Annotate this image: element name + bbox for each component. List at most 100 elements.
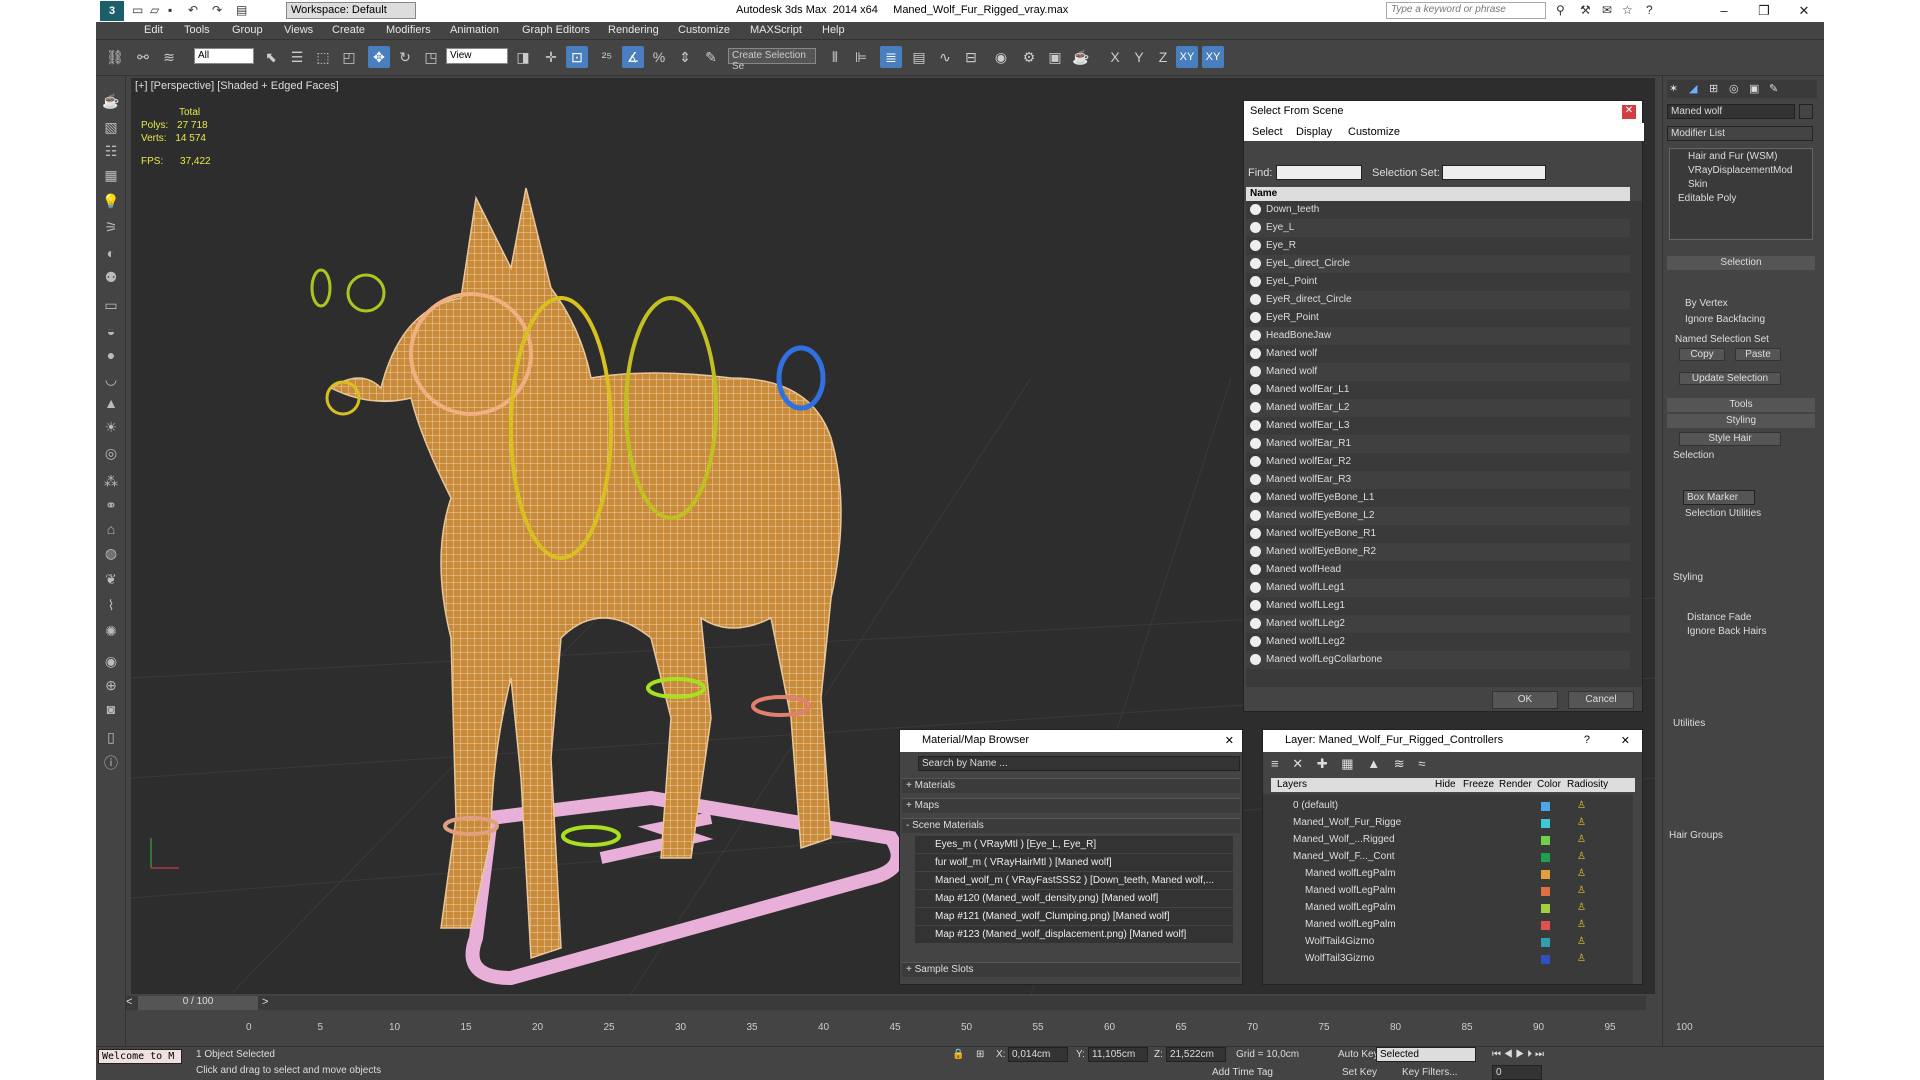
sfs-object-row[interactable]: EyeR_Point	[1246, 309, 1630, 327]
ref-coord-dropdown[interactable]: View	[446, 48, 508, 64]
rendered-frame-icon[interactable]: ▣	[1044, 46, 1066, 68]
stack-item-vraydisp[interactable]: VRayDisplacementMod	[1688, 165, 1793, 176]
maximize-button[interactable]: ❐	[1744, 0, 1784, 22]
layer-help-icon[interactable]: ?	[1584, 734, 1590, 746]
sfs-object-row[interactable]: Eye_R	[1246, 237, 1630, 255]
workspace-dropdown[interactable]: Workspace: Default	[286, 2, 416, 19]
sfs-object-row[interactable]: Maned wolfEar_L1	[1246, 381, 1630, 399]
select-scale-icon[interactable]: ◳	[420, 46, 442, 68]
col-render[interactable]: Render	[1499, 779, 1532, 790]
percent-snap-icon[interactable]: %	[648, 46, 670, 68]
menu-group[interactable]: Group	[232, 24, 263, 36]
communication-icon[interactable]: ✉	[1602, 3, 1612, 17]
layer-row[interactable]: Maned wolfLegPalm ♙	[1271, 866, 1621, 883]
cage-icon[interactable]: ⌂	[100, 518, 122, 540]
stack-item-hair[interactable]: Hair and Fur (WSM)	[1688, 151, 1777, 162]
maxscript-listener[interactable]: Welcome to M	[98, 1049, 182, 1064]
menu-tools[interactable]: Tools	[184, 24, 210, 36]
app-logo-icon[interactable]: 3	[100, 1, 124, 21]
hemisphere-icon[interactable]: ◒	[100, 320, 122, 342]
radiosity-icon[interactable]: ♙	[1577, 834, 1586, 845]
curve-editor-icon[interactable]: ∿	[934, 46, 956, 68]
select-object-icon[interactable]: ⬉	[260, 46, 282, 68]
styling-rollout[interactable]: Styling	[1667, 414, 1815, 428]
binoculars-icon[interactable]: ⚲	[1556, 3, 1565, 17]
plant-icon[interactable]: ❦	[100, 568, 122, 590]
layer-row[interactable]: Maned_Wolf_Fur_Rigge ♙	[1271, 815, 1621, 832]
menu-rendering[interactable]: Rendering	[608, 24, 659, 36]
help-search-input[interactable]: Type a keyword or phrase	[1386, 2, 1546, 19]
next-frame-icon[interactable]: >	[262, 996, 268, 1008]
auto-key-button[interactable]: Auto Key	[1338, 1049, 1379, 1060]
freeze-all-icon[interactable]: ≈	[1418, 756, 1425, 771]
radiosity-icon[interactable]: ♙	[1577, 868, 1586, 879]
mmb-item[interactable]: Map #123 (Maned_wolf_displacement.png) […	[915, 926, 1233, 943]
layer-color-swatch[interactable]	[1541, 802, 1550, 811]
layer-color-swatch[interactable]	[1541, 836, 1550, 845]
radiosity-icon[interactable]: ♙	[1577, 953, 1586, 964]
selection-filter-dropdown[interactable]: All	[194, 48, 254, 64]
sfs-object-row[interactable]: Maned wolfLLeg2	[1246, 633, 1630, 651]
select-move-icon[interactable]: ✥	[368, 46, 390, 68]
layer-color-swatch[interactable]	[1541, 955, 1550, 964]
sfs-menu-customize[interactable]: Customize	[1348, 126, 1400, 138]
stack-item-editable-poly[interactable]: Editable Poly	[1678, 193, 1736, 204]
radiosity-icon[interactable]: ♙	[1577, 919, 1586, 930]
sfs-object-row[interactable]: Maned wolfEar_L3	[1246, 417, 1630, 435]
camera-icon[interactable]: ⚞	[100, 216, 122, 238]
hierarchy-tab-icon[interactable]: ⊞	[1709, 82, 1718, 95]
delete-layer-icon[interactable]: ✕	[1292, 756, 1303, 771]
unlink-icon[interactable]: ⚯	[132, 46, 154, 68]
menu-help[interactable]: Help	[822, 24, 845, 36]
time-slider[interactable]: < 0 / 100 >	[126, 996, 1646, 1010]
keyboard-shortcut-icon[interactable]: ⊡	[566, 46, 588, 68]
style-hair-button[interactable]: Style Hair	[1679, 432, 1781, 446]
sfs-cancel-button[interactable]: Cancel	[1568, 691, 1634, 709]
link-icon[interactable]: ⛓	[104, 46, 126, 68]
spinner-snap-icon[interactable]: ⇕	[674, 46, 696, 68]
mmb-search-input[interactable]: Search by Name ...	[918, 756, 1240, 771]
ribbon-icon[interactable]: ▤	[908, 46, 930, 68]
sfs-object-row[interactable]: Maned wolfLLeg2	[1246, 615, 1630, 633]
schematic-view-icon[interactable]: ⊟	[960, 46, 982, 68]
orb-icon[interactable]: ◎	[100, 442, 122, 464]
sfs-object-row[interactable]: Down_teeth	[1246, 201, 1630, 219]
sfs-object-row[interactable]: EyeL_Point	[1246, 273, 1630, 291]
close-button[interactable]: ✕	[1784, 0, 1824, 22]
grid-icon[interactable]: ▦	[100, 164, 122, 186]
object-name-field[interactable]: Maned wolf	[1667, 104, 1795, 119]
by-vertex-checkbox[interactable]: By Vertex	[1685, 298, 1728, 309]
menu-animation[interactable]: Animation	[450, 24, 499, 36]
mmb-section-maps[interactable]: + Maps	[902, 798, 1240, 813]
light-icon[interactable]: 💡	[100, 190, 122, 212]
mmb-close-icon[interactable]: ✕	[1225, 734, 1234, 747]
angle-snap-icon[interactable]: ∡	[622, 46, 644, 68]
current-frame-field[interactable]: 0	[1492, 1065, 1542, 1080]
col-freeze[interactable]: Freeze	[1463, 779, 1494, 790]
x-coord-field[interactable]: 0,014cm	[1008, 1047, 1068, 1062]
sfs-object-row[interactable]: Maned wolfEar_R3	[1246, 471, 1630, 489]
layer-row[interactable]: Maned wolfLegPalm ♙	[1271, 917, 1621, 934]
mirror-icon[interactable]: ⫴	[824, 46, 846, 68]
mmb-item[interactable]: Maned_wolf_m ( VRayFastSSS2 ) [Down_teet…	[915, 872, 1233, 889]
add-to-layer-icon[interactable]: ✚	[1317, 756, 1328, 771]
sfs-menu-select[interactable]: Select	[1252, 126, 1283, 138]
layer-color-swatch[interactable]	[1541, 870, 1550, 879]
col-radiosity[interactable]: Radiosity	[1567, 779, 1608, 790]
sfs-object-row[interactable]: EyeL_direct_Circle	[1246, 255, 1630, 273]
col-color[interactable]: Color	[1537, 779, 1561, 790]
axis-xy-button[interactable]: XY	[1176, 46, 1198, 68]
mmb-section-scene-materials[interactable]: - Scene Materials	[902, 818, 1240, 833]
bowl-icon[interactable]: ◡	[100, 368, 122, 390]
undo-icon[interactable]: ↶	[188, 3, 198, 17]
display-tab-icon[interactable]: ▣	[1749, 82, 1759, 95]
sphere-icon[interactable]: ●	[100, 344, 122, 366]
file-icon[interactable]: ▯	[100, 726, 122, 748]
new-layer-icon[interactable]: ≡	[1271, 756, 1279, 771]
layer-color-swatch[interactable]	[1541, 853, 1550, 862]
mmb-item[interactable]: Map #120 (Maned_wolf_density.png) [Maned…	[915, 890, 1233, 907]
sfs-find-input[interactable]	[1276, 165, 1362, 180]
redo-icon[interactable]: ↷	[212, 3, 222, 17]
fx-icon[interactable]: ✺	[100, 620, 122, 642]
shapes-icon[interactable]: ⚉	[100, 266, 122, 288]
